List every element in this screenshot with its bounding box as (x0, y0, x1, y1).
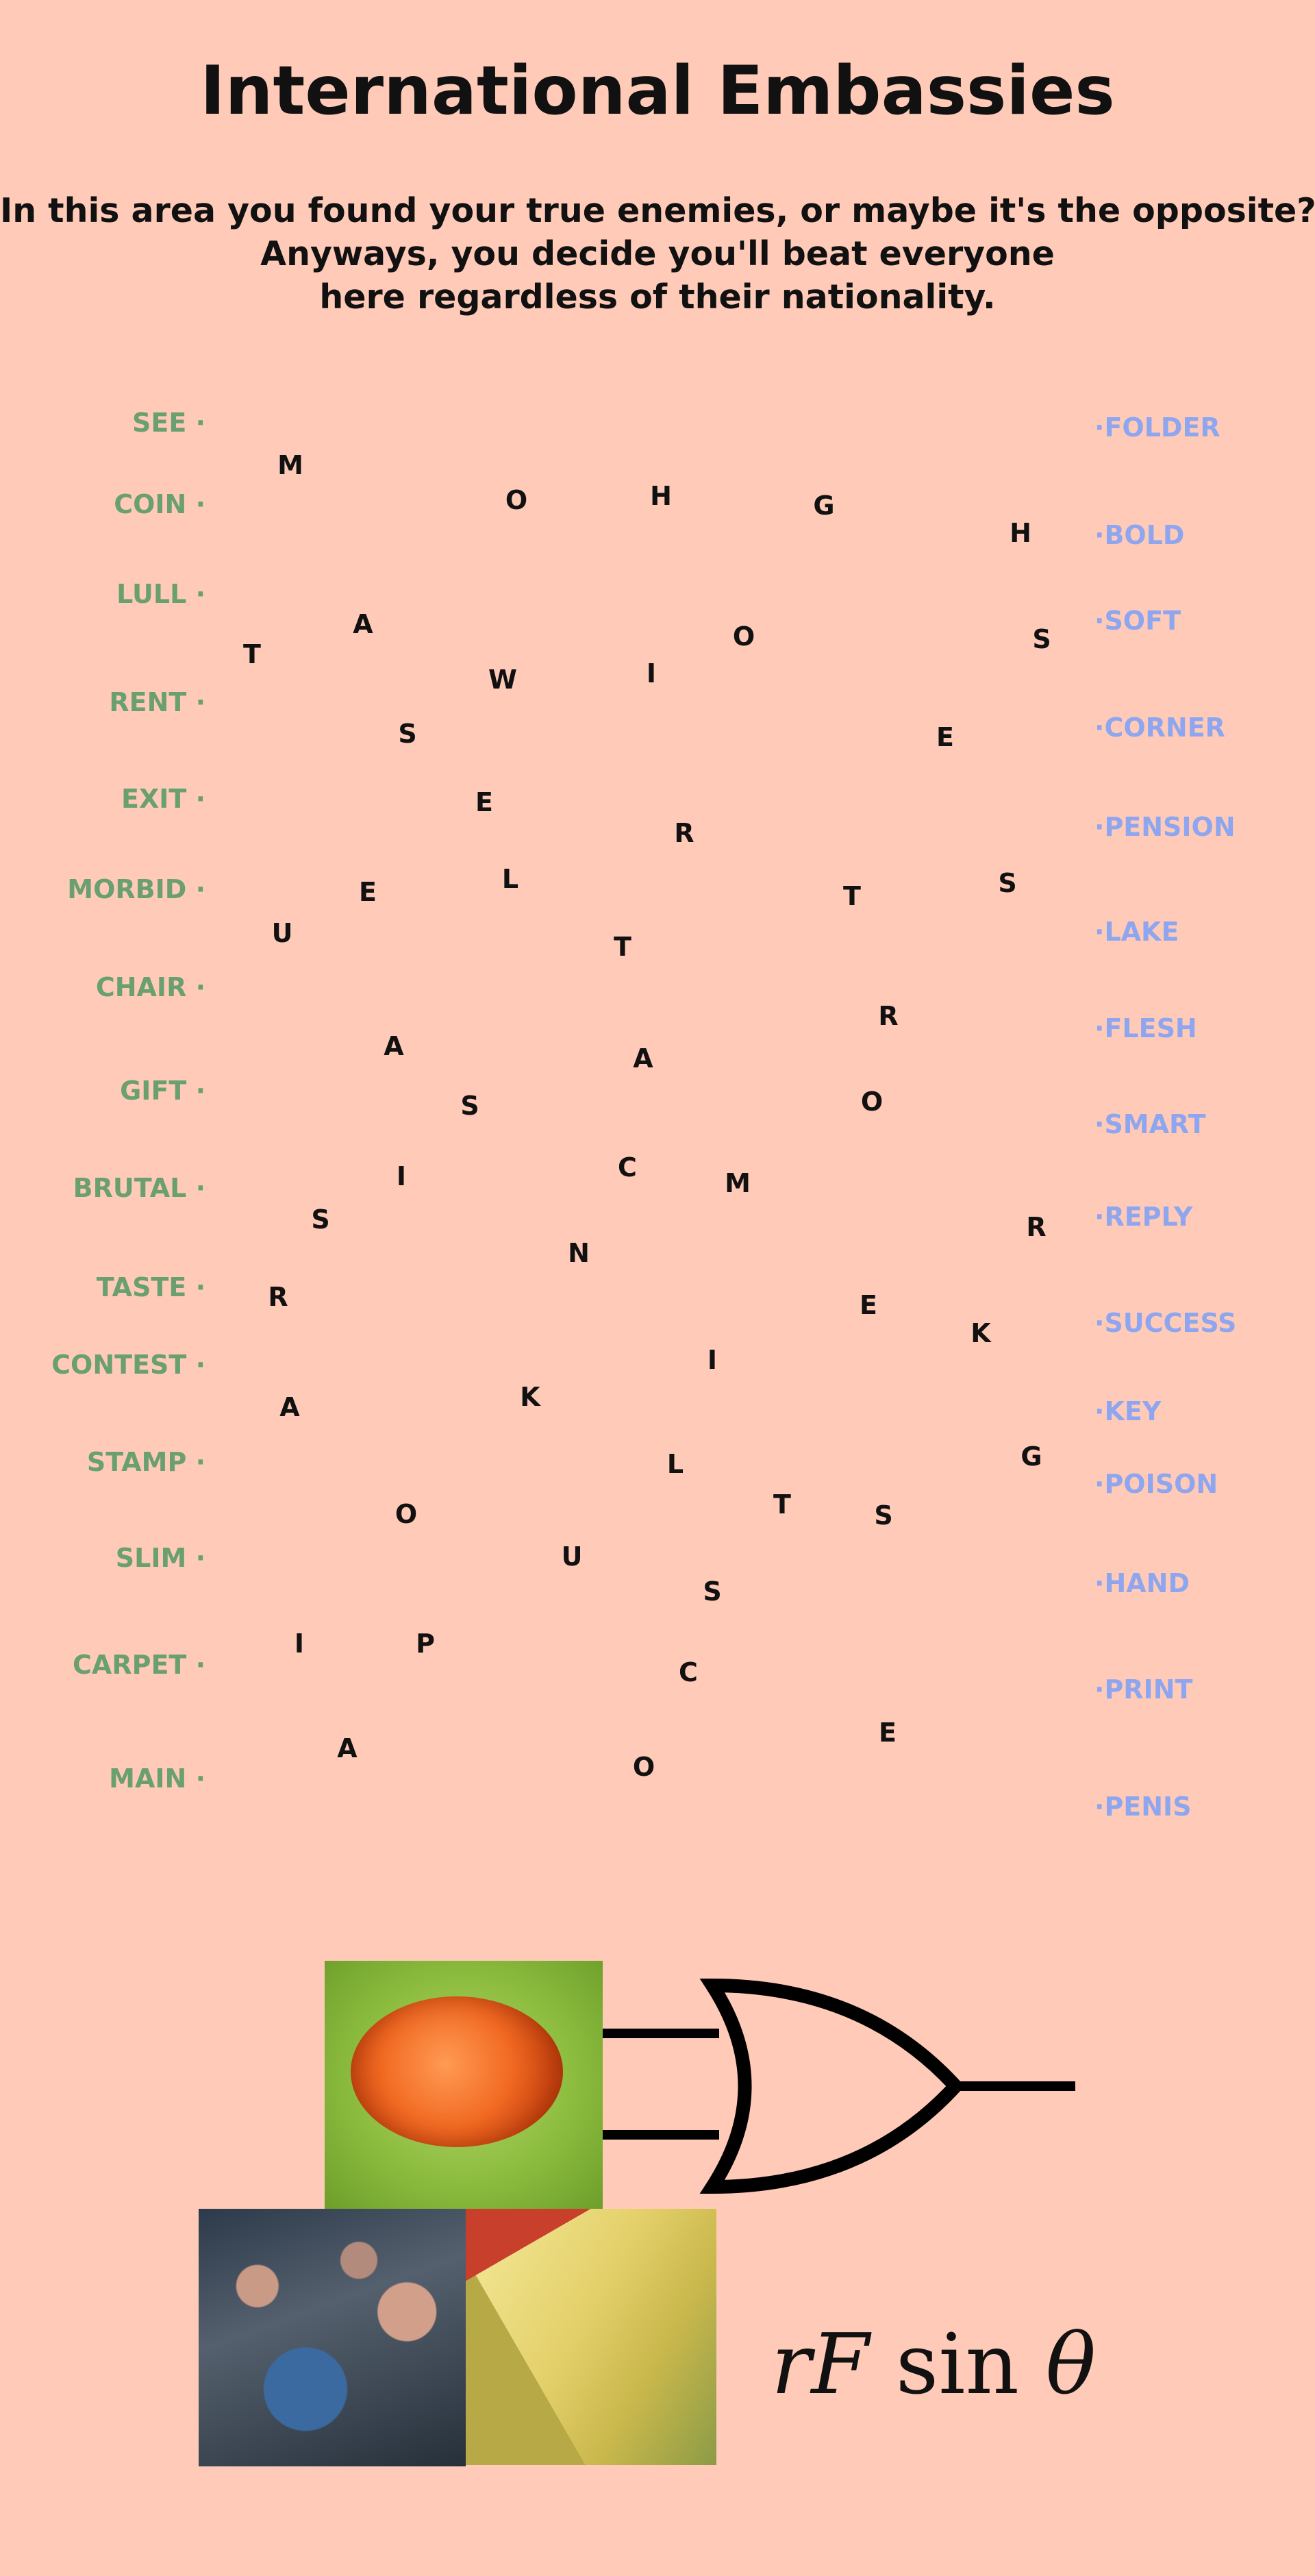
left-word[interactable]: COIN · (114, 489, 205, 519)
grid-letter[interactable]: S (311, 1204, 329, 1235)
grid-letter[interactable]: O (861, 1087, 883, 1117)
grid-letter[interactable]: M (725, 1168, 751, 1198)
grid-letter[interactable]: S (998, 868, 1016, 898)
grid-letter[interactable]: G (813, 491, 834, 521)
left-word[interactable]: SEE · (132, 408, 205, 438)
right-word[interactable]: ·SMART (1094, 1109, 1206, 1139)
grid-letter[interactable]: I (707, 1345, 717, 1375)
orange-blob (351, 1996, 563, 2147)
grid-letter[interactable]: O (395, 1499, 417, 1529)
right-word[interactable]: ·BOLD (1094, 520, 1184, 550)
right-word[interactable]: ·PRINT (1094, 1674, 1192, 1705)
grid-letter[interactable]: T (614, 932, 631, 962)
grid-letter[interactable]: R (1026, 1212, 1046, 1242)
grid-letter[interactable]: P (416, 1628, 435, 1659)
grid-letter[interactable]: I (397, 1161, 406, 1191)
grid-letter[interactable]: U (562, 1541, 583, 1572)
right-word[interactable]: ·CORNER (1094, 713, 1225, 743)
grid-letter[interactable]: U (272, 918, 293, 948)
left-word[interactable]: MORBID · (67, 874, 205, 904)
left-word[interactable]: BRUTAL · (73, 1173, 205, 1203)
grid-letter[interactable]: S (703, 1576, 721, 1607)
grid-letter[interactable]: L (502, 864, 518, 894)
matching-puzzle: SEE · COIN · LULL · RENT · EXIT · MORBID… (0, 0, 1315, 1850)
left-word[interactable]: SLIM · (116, 1543, 205, 1573)
grid-letter[interactable]: N (568, 1238, 590, 1268)
right-word[interactable]: ·REPLY (1094, 1202, 1192, 1232)
orange-blob-photo (325, 1961, 603, 2209)
grid-letter[interactable]: I (295, 1628, 304, 1659)
left-word[interactable]: EXIT · (121, 784, 205, 814)
grid-letter[interactable]: O (633, 1752, 655, 1782)
grid-letter[interactable]: C (618, 1152, 637, 1182)
left-word[interactable]: CARPET · (73, 1650, 205, 1680)
right-word[interactable]: ·LAKE (1094, 917, 1179, 947)
grid-letter[interactable]: R (268, 1282, 288, 1312)
right-word[interactable]: ·FLESH (1094, 1013, 1197, 1043)
grid-letter[interactable]: E (475, 787, 493, 817)
grid-letter[interactable]: A (337, 1733, 357, 1763)
crowd-photo (199, 2209, 466, 2466)
grid-letter[interactable]: M (277, 450, 303, 480)
grid-letter[interactable]: E (936, 722, 954, 752)
left-word[interactable]: RENT · (109, 687, 205, 717)
grid-letter[interactable]: W (488, 665, 517, 695)
left-word[interactable]: CONTEST · (51, 1350, 205, 1380)
grid-letter[interactable]: H (650, 481, 672, 511)
grid-letter[interactable]: C (679, 1657, 698, 1687)
right-word[interactable]: ·SOFT (1094, 606, 1181, 636)
grid-letter[interactable]: E (879, 1718, 897, 1748)
grid-letter[interactable]: O (505, 485, 527, 515)
grid-letter[interactable]: S (874, 1500, 892, 1531)
grid-letter[interactable]: R (674, 818, 694, 848)
grid-letter[interactable]: T (773, 1489, 791, 1520)
left-word[interactable]: STAMP · (87, 1447, 205, 1477)
grid-letter[interactable]: E (359, 877, 377, 907)
grid-letter[interactable]: T (243, 639, 261, 669)
grid-letter[interactable]: K (520, 1382, 540, 1412)
grid-letter[interactable]: I (647, 658, 656, 689)
grid-letter[interactable]: E (860, 1290, 877, 1320)
felt-photo (466, 2209, 716, 2465)
grid-letter[interactable]: T (843, 881, 861, 911)
grid-letter[interactable]: O (733, 621, 755, 652)
grid-letter[interactable]: A (633, 1043, 653, 1074)
grid-letter[interactable]: A (279, 1392, 299, 1422)
grid-letter[interactable]: H (1010, 518, 1031, 548)
left-word[interactable]: MAIN · (109, 1763, 205, 1794)
right-word[interactable]: ·FOLDER (1094, 412, 1220, 443)
grid-letter[interactable]: K (970, 1318, 990, 1348)
left-word[interactable]: LULL · (116, 579, 205, 609)
or-gate-icon (603, 1978, 1075, 2194)
grid-letter[interactable]: S (460, 1091, 479, 1121)
right-word[interactable]: ·POISON (1094, 1469, 1218, 1499)
left-word[interactable]: GIFT · (120, 1076, 205, 1106)
torque-formula: rF sin θ (771, 2316, 1097, 2413)
right-word[interactable]: ·PENIS (1094, 1792, 1192, 1822)
grid-letter[interactable]: L (667, 1449, 684, 1479)
right-word[interactable]: ·KEY (1094, 1396, 1161, 1426)
left-word[interactable]: CHAIR · (96, 972, 205, 1002)
grid-letter[interactable]: G (1020, 1441, 1042, 1472)
grid-letter[interactable]: S (1032, 624, 1051, 654)
right-word[interactable]: ·HAND (1094, 1568, 1190, 1598)
right-word[interactable]: ·PENSION (1094, 812, 1236, 842)
grid-letter[interactable]: R (878, 1001, 898, 1031)
left-word[interactable]: TASTE · (97, 1272, 205, 1302)
grid-letter[interactable]: S (398, 719, 416, 749)
right-word[interactable]: ·SUCCESS (1094, 1308, 1236, 1338)
grid-letter[interactable]: A (384, 1031, 403, 1061)
grid-letter[interactable]: A (353, 609, 373, 639)
